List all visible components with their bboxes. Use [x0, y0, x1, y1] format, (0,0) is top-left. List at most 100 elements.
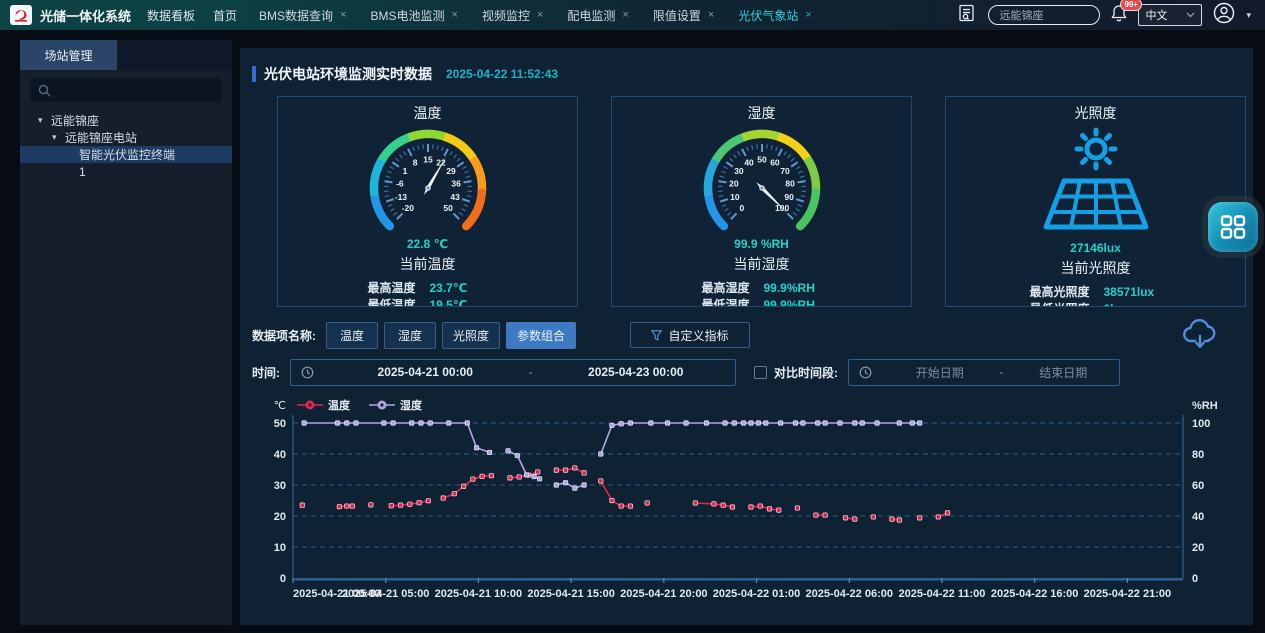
current-illuminance-label: 当前光照度 [946, 258, 1245, 278]
svg-text:70: 70 [780, 166, 790, 176]
svg-text:20: 20 [1192, 542, 1204, 554]
widget-grid-button[interactable] [1208, 202, 1258, 252]
stat-label: 最低湿度 [701, 297, 749, 307]
app-title: 光储一体化系统 [40, 6, 131, 25]
range-separator: - [525, 365, 537, 379]
series-湿度 [302, 421, 922, 491]
stat-label: 最高光照度 [1029, 284, 1089, 301]
tree-node-label: 1 [79, 165, 86, 179]
stat-value: 0lux [1104, 301, 1162, 307]
filter-funnel-icon [651, 330, 662, 341]
menu-item-dashboard[interactable]: 数据看板 [147, 7, 195, 24]
stat-value: 99.9%RH [764, 280, 822, 297]
svg-text:40: 40 [744, 158, 754, 168]
svg-text:40: 40 [1192, 511, 1204, 523]
nav-tab-BMS电池监测[interactable]: BMS电池监测 × [371, 7, 458, 24]
clock-icon [301, 366, 314, 379]
svg-text:10: 10 [274, 542, 286, 554]
topbar-search-input[interactable]: 远能锦座 [988, 5, 1100, 25]
svg-text:29: 29 [446, 166, 456, 176]
time-range-picker[interactable]: 2025-04-21 00:00 - 2025-04-23 00:00 [290, 359, 736, 386]
temperature-card: 温度 -20-13-618152229364350 22.8 ℃ 当前温度 最高… [277, 96, 578, 307]
navbar-right-cluster: 远能锦座 99+ 中文 ▾ [958, 2, 1265, 29]
user-menu-caret-icon[interactable]: ▾ [1246, 10, 1251, 21]
gauge-svg: 0102030405060708090100 [677, 125, 847, 243]
humidity-card: 湿度 0102030405060708090100 99.9 %RH 当前湿度 … [611, 96, 912, 307]
tab-label: BMS电池监测 [371, 7, 445, 24]
compare-range-picker[interactable]: 开始日期 - 结束日期 [848, 359, 1120, 386]
current-humidity-value: 99.9 %RH [612, 237, 911, 251]
custom-metric-label: 自定义指标 [668, 327, 728, 344]
nav-tab-限值设置[interactable]: 限值设置× [653, 7, 714, 24]
svg-text:80: 80 [1192, 449, 1204, 461]
current-illuminance-value: 27146lux [946, 241, 1245, 255]
report-icon[interactable] [958, 4, 977, 27]
x-axis-label: 2025-04-22 16:00 [991, 588, 1078, 600]
current-temperature-label: 当前温度 [278, 254, 577, 274]
tab-close-icon[interactable]: × [622, 9, 628, 21]
compare-start-placeholder: 开始日期 [884, 364, 996, 381]
tree-node-远能锦座[interactable]: ▾ 远能锦座 [20, 112, 232, 129]
nav-tab-BMS数据查询[interactable]: BMS数据查询× [259, 7, 346, 24]
nav-tab-配电监测[interactable]: 配电监测× [567, 7, 628, 24]
custom-metric-button[interactable]: 自定义指标 [630, 322, 750, 348]
time-filter-row: 时间: 2025-04-21 00:00 - 2025-04-23 00:00 … [240, 358, 1253, 386]
nav-tab-光伏气象站[interactable]: 光伏气象站× [738, 7, 811, 24]
tree-node-label: 远能锦座 [51, 112, 99, 129]
temperature-gauge: -20-13-618152229364350 [343, 125, 513, 243]
filter-button-光照度[interactable]: 光照度 [442, 322, 500, 349]
stat-value: 38571lux [1104, 284, 1162, 301]
download-cloud-icon[interactable] [1181, 316, 1219, 352]
realtime-timestamp: 2025-04-22 11:52:43 [446, 67, 558, 81]
tree-expand-caret-icon[interactable]: ▾ [38, 115, 46, 126]
filter-button-温度[interactable]: 温度 [326, 322, 378, 349]
range-start-value: 2025-04-21 00:00 [326, 365, 525, 379]
legend-item-湿度[interactable]: 湿度 [369, 398, 423, 412]
clock-icon [859, 366, 872, 379]
current-temperature-value: 22.8 ℃ [278, 237, 577, 251]
svg-text:-13: -13 [394, 192, 407, 202]
legend-item-温度[interactable]: 温度 [297, 398, 351, 412]
svg-text:0: 0 [1192, 573, 1198, 585]
humidity-gauge: 0102030405060708090100 [677, 125, 847, 243]
tab-station-management[interactable]: 场站管理 [20, 40, 117, 70]
x-axis-label: 2025-04-22 21:00 [1084, 588, 1171, 600]
language-select[interactable]: 中文 [1138, 4, 1202, 26]
tree-expand-caret-icon[interactable]: ▾ [52, 132, 60, 143]
filter-button-参数组合[interactable]: 参数组合 [506, 322, 576, 349]
tab-close-icon[interactable]: × [708, 9, 714, 21]
data-item-filter-row: 数据项名称: 温度湿度光照度参数组合 自定义指标 [240, 321, 1253, 349]
x-axis-label: 2025-04-22 11:00 [899, 588, 986, 600]
compare-checkbox[interactable] [754, 366, 767, 379]
user-avatar-icon[interactable] [1213, 2, 1235, 29]
svg-text:1: 1 [402, 166, 407, 176]
compare-end-placeholder: 结束日期 [1008, 364, 1120, 381]
notification-badge: 99+ [1120, 0, 1142, 11]
svg-text:60: 60 [770, 158, 780, 168]
grid-icon [1220, 214, 1246, 240]
notifications-button[interactable]: 99+ [1111, 4, 1127, 27]
humidity-stats: 最高湿度99.9%RH 最低湿度99.9%RH [612, 280, 911, 307]
x-axis-label: 2025-04-21 10:00 [435, 588, 522, 600]
top-navbar: 光储一体化系统 数据看板 首页 BMS数据查询×BMS电池监测×视频监控×配电监… [0, 0, 1265, 30]
tree-node-远能锦座电站[interactable]: ▾远能锦座电站 [20, 129, 232, 146]
tab-close-icon[interactable]: × [537, 9, 543, 21]
card-title: 湿度 [612, 103, 911, 123]
current-humidity-label: 当前湿度 [612, 254, 911, 274]
tree-node-智能光伏监控终端[interactable]: 智能光伏监控终端 [20, 146, 232, 163]
tab-close-icon[interactable]: × [340, 9, 346, 21]
svg-text:30: 30 [734, 166, 744, 176]
menu-item-home[interactable]: 首页 [213, 7, 237, 24]
gauge-svg: -20-13-618152229364350 [343, 125, 513, 243]
svg-text:36: 36 [451, 179, 461, 189]
sidebar-search-input[interactable] [30, 78, 222, 102]
app-logo-icon[interactable] [10, 5, 32, 25]
tab-close-icon[interactable]: × [805, 9, 811, 21]
nav-tab-视频监控[interactable]: 视频监控× [482, 7, 543, 24]
tab-close-icon[interactable]: × [452, 9, 458, 21]
metric-cards: 温度 -20-13-618152229364350 22.8 ℃ 当前温度 最高… [240, 96, 1253, 307]
tree-node-1[interactable]: 1 [20, 163, 232, 180]
svg-text:60: 60 [1192, 480, 1204, 492]
stat-label: 最低温度 [367, 297, 415, 307]
filter-button-湿度[interactable]: 湿度 [384, 322, 436, 349]
